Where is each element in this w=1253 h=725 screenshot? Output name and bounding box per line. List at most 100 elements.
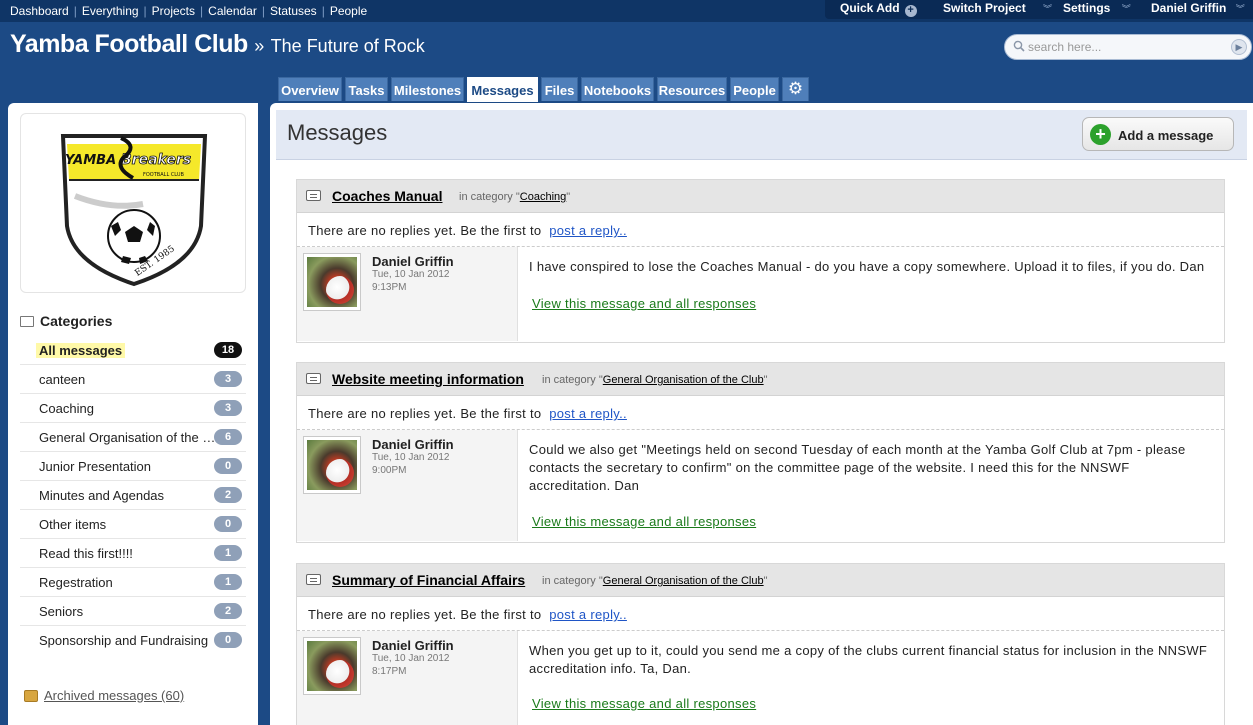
view-responses-link[interactable]: View this message and all responses (532, 296, 756, 311)
top-nav-bar: Dashboard | Everything | Projects | Calendar | S… (0, 0, 1253, 22)
no-replies-text: There are no replies yet. Be the first t… (308, 223, 542, 238)
settings-label: Settings (1063, 1, 1111, 15)
in-category-text: in category (542, 575, 596, 587)
post-reply-link[interactable]: post a reply.. (549, 607, 627, 622)
speech-bubble-icon (306, 190, 321, 201)
title-separator: » (254, 36, 265, 56)
tab-people[interactable]: People (730, 77, 779, 101)
count-badge: 1 (214, 545, 242, 561)
message-title-link[interactable]: Website meeting information (332, 371, 524, 387)
count-badge: 0 (214, 458, 242, 474)
tab-tasks[interactable]: Tasks (345, 77, 388, 101)
tab-settings[interactable]: ⚙ (782, 77, 809, 101)
tab-resources[interactable]: Resources (657, 77, 727, 101)
message-card: Summary of Financial Affairs in category… (296, 563, 1225, 725)
post-reply-link[interactable]: post a reply.. (549, 406, 627, 421)
category-canteen[interactable]: canteen 3 (20, 365, 246, 394)
message-card: Coaches Manual in category "Coaching" Th… (296, 179, 1225, 343)
view-responses-link[interactable]: View this message and all responses (532, 514, 756, 529)
nav-dashboard[interactable]: Dashboard (10, 4, 69, 18)
category-label: General Organisation of the Club (39, 430, 217, 445)
message-text: Could we also get "Meetings held on seco… (529, 442, 1186, 493)
avatar (303, 253, 361, 311)
count-badge: 0 (214, 632, 242, 648)
message-body: Daniel Griffin Tue, 10 Jan 2012 9:13PM I … (297, 247, 1224, 341)
reply-prompt: There are no replies yet. Be the first t… (297, 597, 1224, 631)
category-seniors[interactable]: Seniors 2 (20, 597, 246, 626)
category-minutes-agendas[interactable]: Minutes and Agendas 2 (20, 481, 246, 510)
category-general-organisation[interactable]: General Organisation of the Club 6 (20, 423, 246, 452)
reply-prompt: There are no replies yet. Be the first t… (297, 213, 1224, 247)
search-go-icon[interactable]: ▶ (1231, 39, 1247, 55)
count-badge: 0 (214, 516, 242, 532)
logo-brand-left: YAMBA (65, 153, 116, 168)
gear-icon: ⚙ (787, 79, 804, 98)
author-name: Daniel Griffin (372, 638, 454, 653)
view-responses-link[interactable]: View this message and all responses (532, 696, 756, 711)
message-text: I have conspired to lose the Coaches Man… (529, 259, 1205, 274)
category-other-items[interactable]: Other items 0 (20, 510, 246, 539)
chevron-down-icon: ︾ (1043, 4, 1053, 14)
author-column: Daniel Griffin Tue, 10 Jan 2012 8:17PM (297, 631, 518, 725)
tab-messages[interactable]: Messages (467, 77, 538, 102)
message-header: Summary of Financial Affairs in category… (297, 564, 1224, 597)
project-title: Yamba Football Club » The Future of Rock (10, 30, 425, 59)
message-text: When you get up to it, could you send me… (529, 643, 1208, 676)
category-all-messages[interactable]: All messages 18 (20, 336, 246, 365)
nav-everything[interactable]: Everything (82, 4, 139, 18)
message-header: Website meeting information in category … (297, 363, 1224, 396)
category-label: Regestration (39, 575, 113, 590)
category-junior-presentation[interactable]: Junior Presentation 0 (20, 452, 246, 481)
message-title-link[interactable]: Coaches Manual (332, 188, 442, 204)
club-logo: YAMBA Breakers FOOTBALL CLUB EST. 1985 (20, 113, 246, 293)
plus-circle-icon: + (1090, 124, 1111, 145)
global-nav: Dashboard | Everything | Projects | Calendar | S… (10, 4, 368, 18)
category-sponsorship[interactable]: Sponsorship and Fundraising 0 (20, 626, 246, 655)
nav-people[interactable]: People (330, 4, 367, 18)
no-replies-text: There are no replies yet. Be the first t… (308, 406, 542, 421)
plus-icon: + (904, 5, 917, 17)
switch-project-menu[interactable]: Switch Project ︾ (943, 1, 1052, 15)
author-column: Daniel Griffin Tue, 10 Jan 2012 9:13PM (297, 247, 518, 341)
category-label: canteen (39, 372, 86, 387)
chevron-down-icon: ︾ (1235, 4, 1245, 14)
nav-projects[interactable]: Projects (152, 4, 195, 18)
nav-calendar[interactable]: Calendar (208, 4, 257, 18)
archived-messages-link[interactable]: Archived messages (60) (24, 688, 184, 703)
user-menu[interactable]: Daniel Griffin ︾ (1151, 1, 1245, 15)
search-input[interactable]: search here... ▶ (1004, 34, 1252, 60)
category-regestration[interactable]: Regestration 1 (20, 568, 246, 597)
messages-header: Messages + Add a message (276, 110, 1247, 160)
count-badge: 2 (214, 487, 242, 503)
switch-project-label: Switch Project (943, 1, 1026, 15)
category-label: Seniors (39, 604, 84, 619)
avatar (303, 436, 361, 494)
tab-files[interactable]: Files (541, 77, 578, 101)
tab-milestones[interactable]: Milestones (391, 77, 464, 101)
search-icon (1013, 40, 1025, 55)
message-title-link[interactable]: Summary of Financial Affairs (332, 572, 525, 588)
archived-label: Archived messages (60) (44, 688, 185, 703)
quick-add-menu[interactable]: Quick Add + (840, 1, 917, 17)
user-menu-bar: Quick Add + Switch Project ︾ Settings ︾ D… (825, 0, 1253, 19)
category-link[interactable]: Coaching (520, 191, 566, 203)
settings-menu[interactable]: Settings ︾ (1063, 1, 1131, 15)
category-link[interactable]: General Organisation of the Club (603, 374, 764, 386)
author-column: Daniel Griffin Tue, 10 Jan 2012 9:00PM (297, 430, 518, 541)
category-read-this-first[interactable]: Read this first!!!! 1 (20, 539, 246, 568)
chevron-down-icon: ︾ (1121, 4, 1131, 14)
tab-notebooks[interactable]: Notebooks (581, 77, 654, 101)
nav-statuses[interactable]: Statuses (270, 4, 317, 18)
tab-overview[interactable]: Overview (278, 77, 342, 101)
category-label: Junior Presentation (39, 459, 152, 474)
add-message-button[interactable]: + Add a message (1082, 117, 1234, 151)
message-category: in category "General Organisation of the… (542, 575, 768, 587)
post-timestamp: Tue, 10 Jan 2012 9:00PM (372, 452, 450, 476)
category-coaching[interactable]: Coaching 3 (20, 394, 246, 423)
post-reply-link[interactable]: post a reply.. (549, 223, 627, 238)
search-placeholder: search here... (1028, 40, 1102, 54)
author-name: Daniel Griffin (372, 254, 454, 269)
category-label: Minutes and Agendas (39, 488, 165, 503)
category-link[interactable]: General Organisation of the Club (603, 575, 764, 587)
message-category: in category "General Organisation of the… (542, 374, 768, 386)
